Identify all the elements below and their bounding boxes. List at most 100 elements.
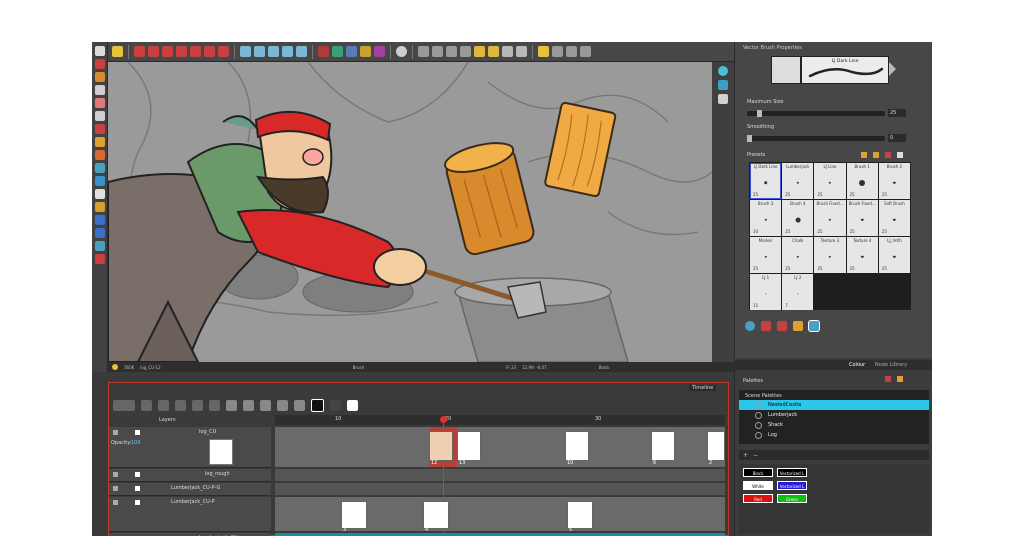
preset-cell[interactable]: LJ 2 7: [782, 274, 814, 310]
grid-icon[interactable]: [418, 46, 429, 57]
preset-new-icon[interactable]: [861, 152, 867, 158]
layer-lock-icon[interactable]: [135, 500, 140, 505]
scale-icon[interactable]: [374, 46, 385, 57]
view-3d-icon[interactable]: [718, 80, 728, 90]
pivot-icon[interactable]: [332, 46, 343, 57]
preset-cell[interactable]: LJ Line 25: [814, 163, 846, 199]
key-thumb[interactable]: [341, 501, 367, 529]
brush-tool-icon[interactable]: [94, 59, 105, 69]
lightbulb-icon[interactable]: [112, 46, 123, 57]
preset-cell[interactable]: Texture 3 25: [814, 237, 846, 273]
view-toggle-icon[interactable]: [718, 94, 728, 104]
keyframe-tool-icon[interactable]: [260, 399, 271, 411]
bulb-status-icon[interactable]: [112, 364, 118, 370]
layer-lock-icon[interactable]: [135, 472, 140, 477]
onion-skin-icon[interactable]: [277, 399, 288, 411]
preset-cell[interactable]: LJ 1 15: [750, 274, 782, 310]
layer-visibility-icon[interactable]: [113, 430, 118, 435]
key-thumb[interactable]: [565, 431, 589, 461]
key-thumb[interactable]: [651, 431, 675, 461]
key-thumb[interactable]: [457, 431, 481, 461]
add-layer-icon[interactable]: [113, 399, 135, 411]
layer-tool-1-icon[interactable]: [141, 399, 152, 411]
preset-cell[interactable]: Brush 2 25: [878, 163, 910, 199]
cutter-tool-icon[interactable]: [94, 111, 105, 121]
layer-tool-5-icon[interactable]: [209, 399, 220, 411]
layer-row[interactable]: Lumberjack_CU-P: [109, 497, 271, 532]
onion-red-4-icon[interactable]: [176, 46, 187, 57]
onion-red-7-icon[interactable]: [218, 46, 229, 57]
layer-row[interactable]: Lumberjack_CU-P-G: [109, 483, 271, 496]
lock-icon[interactable]: [474, 46, 485, 57]
onion-red-6-icon[interactable]: [204, 46, 215, 57]
layer-lock-icon[interactable]: [135, 486, 140, 491]
brush-paint-icon[interactable]: [761, 321, 771, 331]
track-lumberjack-cu-p-g[interactable]: [275, 483, 725, 495]
brush-toolbar-icon[interactable]: [502, 46, 513, 57]
add-colour-icon[interactable]: +: [743, 452, 748, 459]
select-arrow-icon[interactable]: [94, 46, 105, 56]
onion-red-5-icon[interactable]: [190, 46, 201, 57]
palette-row[interactable]: Lumberjack: [739, 410, 929, 420]
tool-c-icon[interactable]: [580, 46, 591, 57]
layer-visibility-icon[interactable]: [113, 472, 118, 477]
flip-icon[interactable]: [346, 46, 357, 57]
dropper-tool-icon[interactable]: [94, 163, 105, 173]
frame-single-icon[interactable]: [311, 398, 324, 412]
layer-visibility-icon[interactable]: [113, 500, 118, 505]
colour-swatch[interactable]: Vectorized L: [777, 468, 807, 477]
gear-icon[interactable]: [396, 46, 407, 57]
keyframe-add-icon[interactable]: [226, 399, 237, 411]
colour-swatch[interactable]: White: [743, 481, 773, 490]
tool-b-icon[interactable]: [566, 46, 577, 57]
camera-tool-icon[interactable]: [94, 241, 105, 251]
frame-white-icon[interactable]: [347, 399, 358, 411]
max-size-slider[interactable]: [747, 110, 885, 117]
preset-rename-icon[interactable]: [873, 152, 879, 158]
preset-cell[interactable]: Soft Brush 25: [878, 200, 910, 236]
bone-tool-icon[interactable]: [94, 228, 105, 238]
preset-cell[interactable]: Brush Fixed... 25: [846, 200, 878, 236]
camera-icon[interactable]: [718, 66, 728, 76]
cube-1-icon[interactable]: [240, 46, 251, 57]
max-size-field[interactable]: 25: [888, 109, 906, 117]
smoothing-field[interactable]: 0: [888, 134, 906, 142]
onion-red-3-icon[interactable]: [162, 46, 173, 57]
key-thumb[interactable]: [429, 431, 453, 461]
pen-icon[interactable]: [516, 46, 527, 57]
keyframe-remove-icon[interactable]: [243, 399, 254, 411]
palette-lock-icon[interactable]: [897, 376, 903, 382]
grid-3-icon[interactable]: [446, 46, 457, 57]
brush-preview-swatch[interactable]: [771, 56, 801, 84]
tool-a-icon[interactable]: [552, 46, 563, 57]
layer-row[interactable]: log_rough: [109, 469, 271, 482]
grid-2-icon[interactable]: [432, 46, 443, 57]
smoothing-slider[interactable]: [747, 135, 885, 142]
expand-arrow-icon[interactable]: [889, 62, 896, 76]
shape-tool-icon[interactable]: [94, 254, 105, 264]
grid-4-icon[interactable]: [460, 46, 471, 57]
eraser-tool-icon[interactable]: [94, 98, 105, 108]
key-thumb[interactable]: [423, 501, 449, 529]
deform-tool-icon[interactable]: [94, 215, 105, 225]
tab-colour[interactable]: Colour: [849, 362, 865, 368]
palette-row[interactable]: Shack: [739, 420, 929, 430]
layer-tool-3-icon[interactable]: [175, 399, 186, 411]
stroke-tool-icon[interactable]: [94, 124, 105, 134]
paint-bucket-icon[interactable]: [94, 150, 105, 160]
preset-cell[interactable]: Brush 4 25: [782, 200, 814, 236]
preset-delete-icon[interactable]: [885, 152, 891, 158]
preset-cell[interactable]: Chalk 25: [782, 237, 814, 273]
key-thumb[interactable]: [567, 501, 593, 529]
opacity-value[interactable]: 100: [131, 439, 141, 447]
brush-texture-icon[interactable]: [777, 321, 787, 331]
frame-dot-icon[interactable]: [330, 399, 341, 411]
colour-swatch[interactable]: Vectorized L: [777, 481, 807, 490]
cube-5-icon[interactable]: [296, 46, 307, 57]
playhead-handle[interactable]: [440, 416, 447, 423]
layer-visibility-icon[interactable]: [113, 486, 118, 491]
preset-cell[interactable]: Brush 3 10: [750, 200, 782, 236]
preset-cell[interactable]: LJ Dark Line 25: [750, 163, 782, 199]
zoom-value[interactable]: 360K: [124, 365, 134, 370]
colour-swatch[interactable]: Black: [743, 468, 773, 477]
